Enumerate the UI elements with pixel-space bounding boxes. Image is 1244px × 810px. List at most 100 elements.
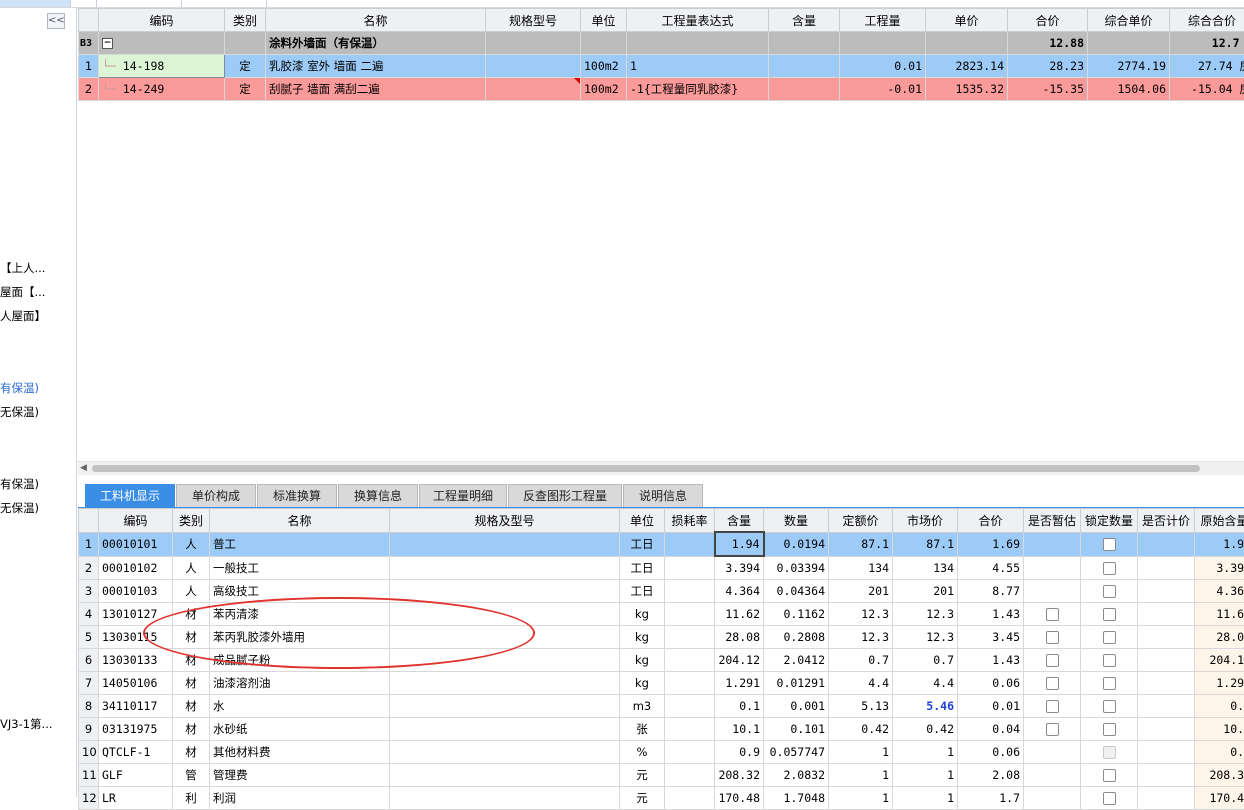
col-header-unit[interactable]: 单位 xyxy=(620,509,665,533)
unit-cell[interactable]: kg xyxy=(620,649,665,672)
type-cell[interactable]: 材 xyxy=(173,695,210,718)
loss-cell[interactable] xyxy=(665,603,715,626)
unit-cell[interactable]: kg xyxy=(620,672,665,695)
type-cell[interactable]: 材 xyxy=(173,741,210,764)
estimate-cell[interactable] xyxy=(1024,787,1081,810)
top-strip-segment[interactable] xyxy=(0,0,71,7)
priced-cell[interactable] xyxy=(1138,741,1195,764)
market-price-cell[interactable]: 5.46 xyxy=(893,695,958,718)
table-row[interactable]: 12LR利利润元170.481.7048111.7170.48 xyxy=(79,787,1244,810)
spec-cell[interactable] xyxy=(390,603,620,626)
quota-price-cell[interactable]: 1 xyxy=(829,764,893,787)
estimate-cell[interactable] xyxy=(1024,695,1081,718)
content-cell[interactable]: 1.291 xyxy=(715,672,764,695)
nav-item[interactable]: 无保温) xyxy=(0,500,39,516)
name-cell[interactable]: 成品腻子粉 xyxy=(210,649,390,672)
code-cell[interactable]: 03131975 xyxy=(99,718,173,741)
unit-cell[interactable]: 张 xyxy=(620,718,665,741)
priced-cell[interactable] xyxy=(1138,695,1195,718)
qty-cell[interactable]: 0.0194 xyxy=(764,532,829,556)
quota-price-cell[interactable]: 1 xyxy=(829,741,893,764)
lock-qty-cell[interactable] xyxy=(1081,764,1138,787)
name-cell[interactable]: 水砂纸 xyxy=(210,718,390,741)
table-row[interactable]: 300010103人高级技工工日4.3640.043642012018.774.… xyxy=(79,580,1244,603)
col-header-lock-qty[interactable]: 锁定数量 xyxy=(1081,509,1138,533)
quota-price-cell[interactable]: 87.1 xyxy=(829,532,893,556)
name-cell[interactable]: 苯丙清漆 xyxy=(210,603,390,626)
type-cell[interactable]: 材 xyxy=(173,649,210,672)
qty-cell[interactable]: 0.03394 xyxy=(764,556,829,580)
unit-cell[interactable]: 工日 xyxy=(620,580,665,603)
priced-cell[interactable] xyxy=(1138,532,1195,556)
spec-cell[interactable] xyxy=(390,672,620,695)
col-header-estimate[interactable]: 是否暂估 xyxy=(1024,509,1081,533)
market-price-cell[interactable]: 134 xyxy=(893,556,958,580)
type-cell[interactable]: 定 xyxy=(225,55,266,78)
col-header-comp-total[interactable]: 综合合价 xyxy=(1170,9,1244,32)
lock-qty-cell[interactable] xyxy=(1081,787,1138,810)
tab-conversion-info[interactable]: 换算信息 xyxy=(338,484,418,507)
content-cell[interactable]: 0.9 xyxy=(715,741,764,764)
estimate-cell[interactable] xyxy=(1024,764,1081,787)
lock-qty-cell[interactable] xyxy=(1081,603,1138,626)
priced-cell[interactable] xyxy=(1138,787,1195,810)
scroll-left-icon[interactable]: ◀ xyxy=(80,462,87,475)
qty-cell[interactable]: 0.1162 xyxy=(764,603,829,626)
col-header-qty[interactable]: 数量 xyxy=(764,509,829,533)
table-row[interactable]: 513030115材苯丙乳胶漆外墙用kg28.080.280812.312.33… xyxy=(79,626,1244,649)
code-cell[interactable]: QTCLF-1 xyxy=(99,741,173,764)
type-cell[interactable]: 材 xyxy=(173,603,210,626)
type-cell[interactable]: 定 xyxy=(225,78,266,101)
loss-cell[interactable] xyxy=(665,649,715,672)
lock-qty-checkbox[interactable] xyxy=(1103,538,1116,551)
code-cell[interactable]: └─ 14-249 xyxy=(99,78,225,101)
lock-qty-cell[interactable] xyxy=(1081,649,1138,672)
col-header-spec[interactable]: 规格及型号 xyxy=(390,509,620,533)
table-row[interactable]: 613030133材成品腻子粉kg204.122.04120.70.71.432… xyxy=(79,649,1244,672)
table-row[interactable]: 200010102人一般技工工日3.3940.033941341344.553.… xyxy=(79,556,1244,580)
col-header-qty[interactable]: 工程量 xyxy=(840,9,926,32)
lock-qty-checkbox[interactable] xyxy=(1103,700,1116,713)
col-header-priced[interactable]: 是否计价 xyxy=(1138,509,1195,533)
estimate-cell[interactable] xyxy=(1024,580,1081,603)
type-cell[interactable]: 人 xyxy=(173,556,210,580)
code-cell[interactable]: GLF xyxy=(99,764,173,787)
estimate-cell[interactable] xyxy=(1024,672,1081,695)
nav-item[interactable]: 无保温) xyxy=(0,404,39,420)
unit-cell[interactable]: m3 xyxy=(620,695,665,718)
estimate-cell[interactable] xyxy=(1024,532,1081,556)
section-collapse-cell[interactable]: − xyxy=(99,32,225,55)
code-cell[interactable]: 00010102 xyxy=(99,556,173,580)
col-header-quota-price[interactable]: 定额价 xyxy=(829,509,893,533)
priced-cell[interactable] xyxy=(1138,556,1195,580)
market-price-cell[interactable]: 1 xyxy=(893,764,958,787)
lock-qty-checkbox[interactable] xyxy=(1103,654,1116,667)
lock-qty-checkbox[interactable] xyxy=(1103,723,1116,736)
code-cell[interactable]: 13030115 xyxy=(99,626,173,649)
market-price-cell[interactable]: 0.42 xyxy=(893,718,958,741)
col-header-expr[interactable]: 工程量表达式 xyxy=(627,9,769,32)
name-cell[interactable]: 乳胶漆 室外 墙面 二遍 xyxy=(266,55,486,78)
spec-cell[interactable] xyxy=(390,649,620,672)
qty-cell[interactable]: 0.01 xyxy=(840,55,926,78)
name-cell[interactable]: 高级技工 xyxy=(210,580,390,603)
qty-cell[interactable]: 0.01291 xyxy=(764,672,829,695)
estimate-cell[interactable] xyxy=(1024,718,1081,741)
content-cell[interactable]: 11.62 xyxy=(715,603,764,626)
estimate-cell[interactable] xyxy=(1024,649,1081,672)
qty-cell[interactable]: -0.01 xyxy=(840,78,926,101)
name-cell[interactable]: 一般技工 xyxy=(210,556,390,580)
table-row[interactable]: 1 └─ 14-198 定 乳胶漆 室外 墙面 二遍 100m2 1 0.01 … xyxy=(79,55,1244,78)
name-cell[interactable]: 普工 xyxy=(210,532,390,556)
content-cell[interactable]: 0.1 xyxy=(715,695,764,718)
qty-cell[interactable]: 0.04364 xyxy=(764,580,829,603)
col-header-code[interactable]: 编码 xyxy=(99,9,225,32)
market-price-cell[interactable]: 1 xyxy=(893,741,958,764)
scrollbar-thumb[interactable] xyxy=(92,465,1200,472)
top-strip-segment[interactable] xyxy=(181,0,267,7)
table-row[interactable]: 10QTCLF-1材其他材料费%0.90.057747110.060.9 xyxy=(79,741,1244,764)
tab-description[interactable]: 说明信息 xyxy=(623,484,703,507)
col-header-raw-content[interactable]: 原始含量 xyxy=(1195,509,1244,533)
type-cell[interactable]: 人 xyxy=(173,580,210,603)
lock-qty-checkbox[interactable] xyxy=(1103,677,1116,690)
